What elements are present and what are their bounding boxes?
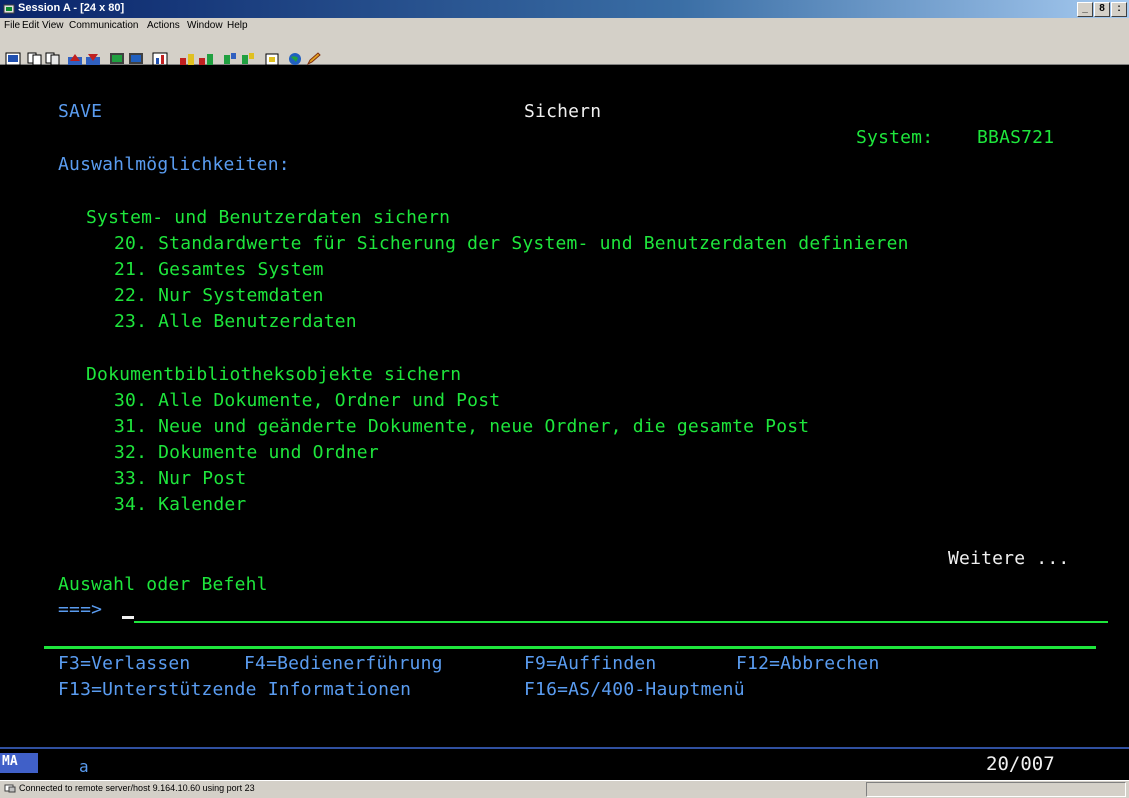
option-34: 34. Kalender — [114, 494, 247, 515]
group-heading: System- und Benutzerdaten sichern — [86, 207, 451, 228]
fkey-f3[interactable]: F3=Verlassen — [58, 654, 190, 674]
menu-edit[interactable]: Edit — [22, 20, 39, 31]
operator-info-area: MA a 20/007 — [0, 747, 1129, 782]
prompt-arrow: ===> — [58, 599, 103, 620]
options-heading: Auswahlmöglichkeiten: — [58, 154, 290, 175]
menu-help[interactable]: Help — [227, 20, 248, 31]
status-bar: Connected to remote server/host 9.164.10… — [0, 780, 1129, 798]
status-text: Connected to remote server/host 9.164.10… — [19, 783, 255, 793]
menu-id: SAVE — [58, 101, 103, 122]
input-mode: a — [79, 757, 89, 776]
option-32: 32. Dokumente und Ordner — [114, 442, 379, 463]
terminal-screen[interactable]: SAVE Sichern System: BBAS721 Auswahlmögl… — [0, 65, 1129, 747]
screen-title: Sichern — [524, 101, 602, 122]
status-panel — [866, 782, 1126, 797]
fkey-f12[interactable]: F12=Abbrechen — [736, 654, 879, 674]
ma-indicator: MA — [0, 753, 38, 773]
menu-file[interactable]: File — [4, 20, 20, 31]
system-label: System: — [856, 127, 934, 148]
restore-button[interactable]: 8 — [1094, 2, 1110, 17]
more-indicator: Weitere ... — [948, 548, 1070, 569]
option-30: 30. Alle Dokumente, Ordner und Post — [114, 390, 501, 411]
fkey-f9[interactable]: F9=Auffinden — [524, 654, 656, 674]
command-input-underline[interactable] — [134, 621, 1108, 623]
option-20: 20. Standardwerte für Sicherung der Syst… — [114, 233, 909, 254]
fkey-f4[interactable]: F4=Bedienerführung — [244, 654, 443, 674]
cursor-position: 20/007 — [986, 753, 1055, 775]
text-cursor — [122, 616, 134, 619]
minimize-button[interactable]: _ — [1077, 2, 1093, 17]
option-23: 23. Alle Benutzerdaten — [114, 311, 357, 332]
title-bar: Session A - [24 x 80] _ 8 : — [0, 0, 1129, 18]
separator-line — [44, 646, 1096, 649]
menu-communication[interactable]: Communication — [69, 20, 138, 31]
option-33: 33. Nur Post — [114, 468, 247, 489]
menu-view[interactable]: View — [42, 20, 64, 31]
group-heading: Dokumentbibliotheksobjekte sichern — [86, 364, 462, 385]
close-button[interactable]: : — [1111, 2, 1127, 17]
fkey-f13[interactable]: F13=Unterstützende Informationen — [58, 680, 411, 700]
prompt-label: Auswahl oder Befehl — [58, 574, 268, 595]
option-22: 22. Nur Systemdaten — [114, 285, 324, 306]
app-icon — [3, 4, 15, 14]
menu-bar: File Edit View Communication Actions Win… — [0, 18, 1129, 34]
menu-window[interactable]: Window — [187, 20, 223, 31]
option-21: 21. Gesamtes System — [114, 259, 324, 280]
option-31: 31. Neue und geänderte Dokumente, neue O… — [114, 416, 810, 437]
system-name: BBAS721 — [977, 127, 1055, 148]
menu-actions[interactable]: Actions — [147, 20, 180, 31]
fkey-f16[interactable]: F16=AS/400-Hauptmenü — [524, 680, 745, 700]
window-title: Session A - [24 x 80] — [18, 2, 125, 14]
connection-icon — [4, 784, 16, 793]
